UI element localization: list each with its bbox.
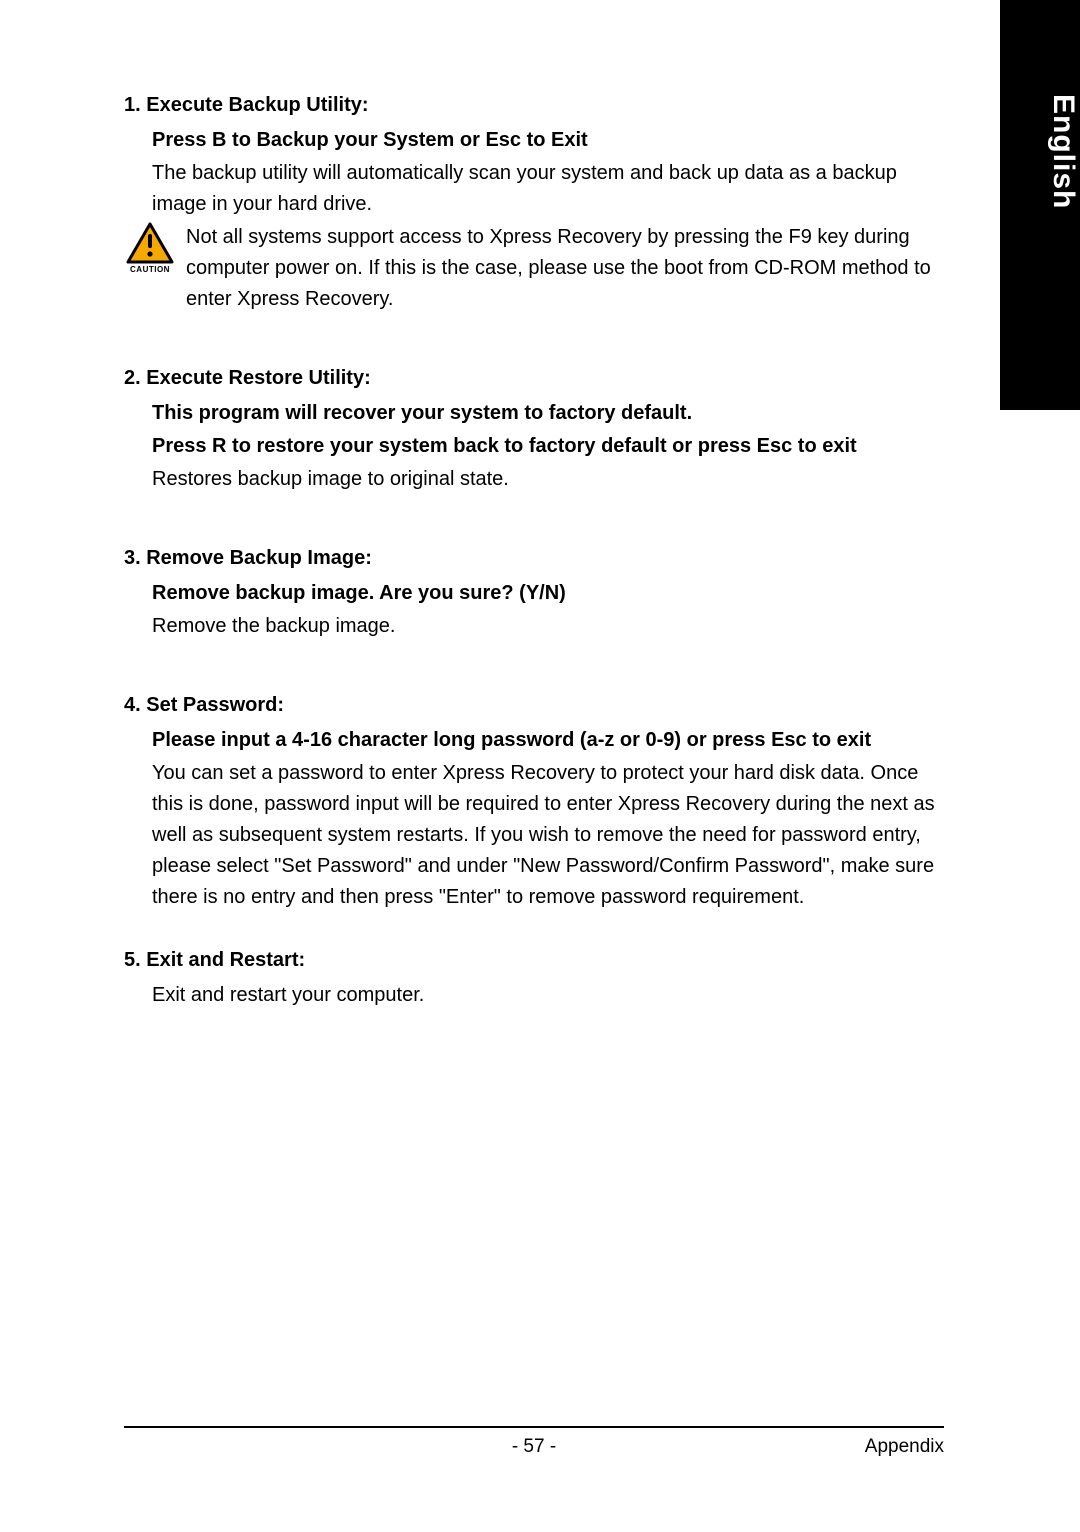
caution-icon (120, 222, 180, 264)
caution-block: CAUTION Not all systems support access t… (120, 222, 944, 315)
section-heading: 3. Remove Backup Image: (124, 543, 944, 574)
section-set-password: 4. Set Password: Please input a 4-16 cha… (124, 690, 944, 913)
section-heading: 2. Execute Restore Utility: (124, 363, 944, 394)
page-footer: - 57 - Appendix (124, 1426, 944, 1458)
section-body: Exit and restart your computer. (152, 980, 944, 1011)
section-body: You can set a password to enter Xpress R… (152, 758, 944, 913)
caution-icon-wrap: CAUTION (120, 222, 180, 274)
section-subheading: This program will recover your system to… (152, 398, 944, 429)
section-body: The backup utility will automatically sc… (152, 158, 944, 220)
section-subheading: Please input a 4-16 character long passw… (152, 725, 944, 756)
language-tab: English (1000, 0, 1080, 410)
page-number: - 57 - (124, 1436, 944, 1458)
footer-row: - 57 - Appendix (124, 1436, 944, 1458)
section-restore-utility: 2. Execute Restore Utility: This program… (124, 363, 944, 495)
section-heading: 5. Exit and Restart: (124, 945, 944, 976)
caution-text: Not all systems support access to Xpress… (186, 222, 944, 315)
section-exit-restart: 5. Exit and Restart: Exit and restart yo… (124, 945, 944, 1011)
section-subheading: Press B to Backup your System or Esc to … (152, 125, 944, 156)
page-content: 1. Execute Backup Utility: Press B to Ba… (124, 90, 944, 1059)
section-subheading: Remove backup image. Are you sure? (Y/N) (152, 578, 944, 609)
language-tab-text: English (1000, 94, 1080, 209)
section-remove-backup: 3. Remove Backup Image: Remove backup im… (124, 543, 944, 642)
section-heading: 1. Execute Backup Utility: (124, 90, 944, 121)
section-subheading: Press R to restore your system back to f… (152, 431, 944, 462)
caution-label: CAUTION (120, 265, 180, 274)
section-heading: 4. Set Password: (124, 690, 944, 721)
footer-rule (124, 1426, 944, 1428)
section-body: Restores backup image to original state. (152, 464, 944, 495)
section-body: Remove the backup image. (152, 611, 944, 642)
section-backup-utility: 1. Execute Backup Utility: Press B to Ba… (124, 90, 944, 315)
